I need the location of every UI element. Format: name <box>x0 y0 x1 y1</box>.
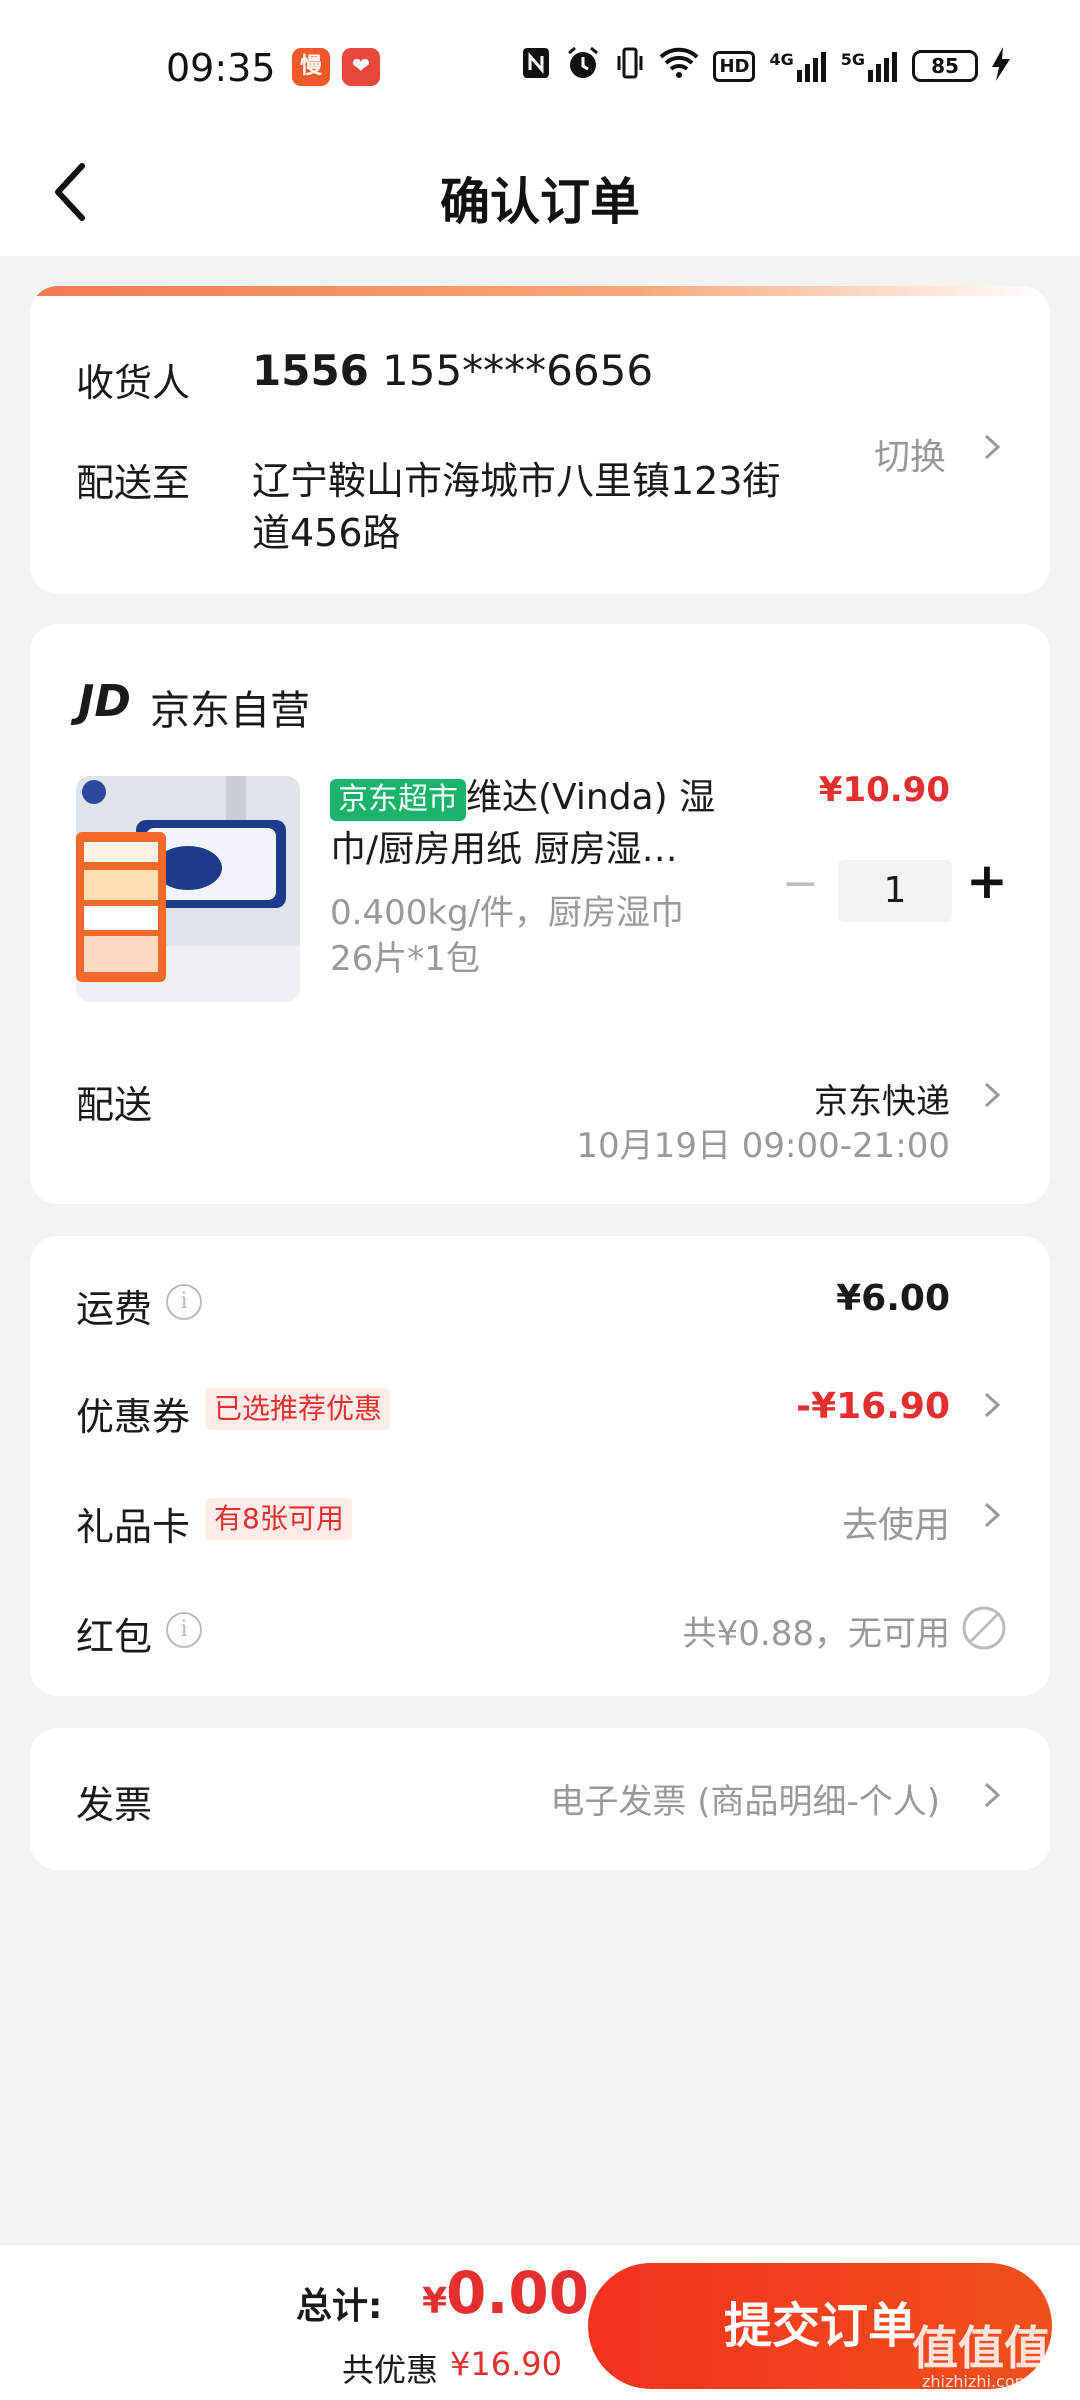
nfc-icon <box>521 46 551 87</box>
address-card[interactable]: 收货人 1556 155****6656 配送至 辽宁鞍山市海城市八里镇123街… <box>30 286 1050 594</box>
product-price: ¥10.90 <box>818 770 950 810</box>
discount-value: ¥16.90 <box>450 2345 562 2383</box>
chevron-right-icon <box>984 1082 1001 1108</box>
app-notification-heart-icon: ❤ <box>342 48 380 86</box>
coupon-label: 优惠券 <box>76 1395 191 1439</box>
giftcard-value: 去使用 <box>841 1505 950 1546</box>
receiver-name: 1556 <box>252 346 369 395</box>
fee-card: 运费 i ¥6.00 优惠券 已选推荐优惠 -¥16.90 礼品卡 有8张可用 … <box>30 1236 1050 1696</box>
product-title-line-2: 巾/厨房用纸 厨房湿… <box>330 829 678 870</box>
delivery-time: 10月19日 09:00-21:00 <box>576 1126 950 1166</box>
address-line-2: 道456路 <box>252 511 401 555</box>
chevron-right-icon <box>984 1392 1001 1418</box>
unavailable-icon <box>962 1606 1006 1650</box>
page-title: 确认订单 <box>440 173 640 231</box>
shipping-value: ¥6.00 <box>836 1278 950 1319</box>
shop-card: JD 京东自营 京东超市 维达(Vinda) 湿 巾/厨房用纸 厨房湿… 0.40… <box>30 624 1050 1204</box>
signal-5g-icon: 5G <box>841 50 898 82</box>
invoice-label: 发票 <box>76 1783 153 1827</box>
receiver-label: 收货人 <box>76 361 191 405</box>
discount-label: 共优惠 <box>342 2351 439 2389</box>
status-bar: 09:35 慢 ❤ HD 4G 5G 85 <box>0 0 1080 130</box>
quantity-input[interactable]: 1 <box>838 860 952 922</box>
giftcard-label: 礼品卡 <box>76 1505 191 1549</box>
total-value: 0.00 <box>446 2259 590 2327</box>
product-spec: 0.400kg/件，厨房湿巾 26片*1包 <box>330 890 684 982</box>
wifi-icon <box>659 47 699 86</box>
info-icon[interactable]: i <box>166 1612 202 1648</box>
quantity-decrease-button[interactable]: − <box>782 858 819 909</box>
nav-bar: 确认订单 <box>0 130 1080 256</box>
battery-indicator: 85 <box>912 50 978 82</box>
invoice-value: 电子发票 (商品明细-个人) <box>550 1782 940 1822</box>
product-title-line-1: 维达(Vinda) 湿 <box>466 777 716 818</box>
address-line-1: 辽宁鞍山市海城市八里镇123街 <box>252 459 781 503</box>
deliver-to-label: 配送至 <box>76 461 191 505</box>
product-spec-line-2: 26片*1包 <box>330 939 480 979</box>
product-image[interactable] <box>76 776 300 1002</box>
watermark-url: zhizhizhi.com <box>922 2372 1031 2391</box>
red-packet-label: 红包 <box>76 1615 153 1659</box>
app-notification-icon: 慢 <box>292 48 330 86</box>
product-title[interactable]: 京东超市 维达(Vinda) 湿 巾/厨房用纸 厨房湿… <box>330 772 770 876</box>
chevron-right-icon <box>984 1502 1001 1528</box>
shipping-label: 运费 <box>76 1287 153 1331</box>
signal-4g-icon: 4G <box>769 50 826 82</box>
vibrate-icon <box>615 46 645 87</box>
shop-name: 京东自营 <box>150 688 310 734</box>
giftcard-tag: 有8张可用 <box>206 1498 352 1540</box>
net-4g-label: 4G <box>769 50 794 69</box>
jd-logo: JD <box>78 676 131 727</box>
delivery-label: 配送 <box>76 1083 153 1127</box>
info-icon[interactable]: i <box>166 1284 202 1320</box>
coupon-tag: 已选推荐优惠 <box>206 1388 391 1430</box>
status-time: 09:35 <box>166 46 276 90</box>
jd-supermarket-tag: 京东超市 <box>330 779 466 821</box>
alarm-icon <box>565 45 601 88</box>
net-5g-label: 5G <box>840 50 865 69</box>
hd-icon: HD <box>713 50 756 82</box>
watermark: 值值值 zhizhizhi.com <box>912 2312 1080 2400</box>
coupon-value: -¥16.90 <box>796 1386 950 1427</box>
receiver-phone: 155****6656 <box>382 346 654 395</box>
switch-address-button[interactable]: 切换 <box>874 428 946 480</box>
status-icons: HD 4G 5G 85 <box>521 44 1010 88</box>
chevron-right-icon <box>984 1782 1001 1808</box>
charging-icon <box>992 47 1010 85</box>
red-packet-value: 共¥0.88，无可用 <box>682 1614 950 1654</box>
address-card-accent <box>30 286 1050 296</box>
total-label: 总计: <box>296 2286 383 2327</box>
watermark-text: 值值值 <box>912 2321 1050 2375</box>
total-currency: ¥ <box>422 2281 448 2322</box>
product-spec-line-1: 0.400kg/件，厨房湿巾 <box>330 893 685 933</box>
chevron-right-icon <box>984 434 1001 460</box>
quantity-increase-button[interactable]: + <box>966 852 1008 910</box>
invoice-row[interactable]: 发票 电子发票 (商品明细-个人) <box>30 1728 1050 1870</box>
delivery-method[interactable]: 京东快递 <box>814 1074 950 1123</box>
